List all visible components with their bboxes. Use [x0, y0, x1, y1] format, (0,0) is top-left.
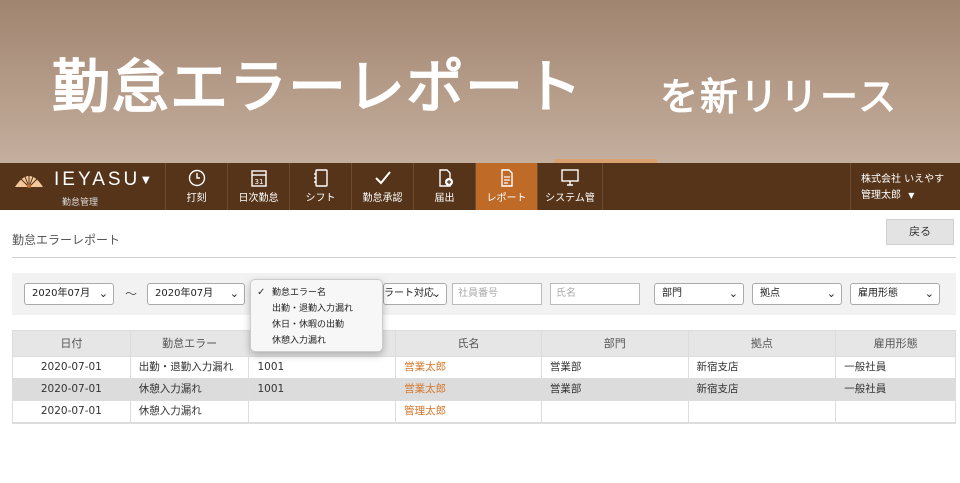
name-input[interactable]: 氏名 [550, 283, 640, 305]
department-cell: 営業部 [542, 357, 689, 378]
employment-type-cell: 一般社員 [844, 361, 887, 373]
document-add-icon [438, 169, 453, 187]
banner-title: 勤怠エラーレポート [52, 53, 584, 121]
from-month-select[interactable]: 2020年07月 ⌄ [24, 283, 114, 305]
employment-type-select[interactable]: 雇用形態 ⌄ [850, 283, 940, 305]
nav-label: 届出 [434, 193, 455, 204]
nav-label: シフト [305, 193, 336, 204]
column-header[interactable]: 拠点 [689, 331, 837, 356]
checkmark-icon [374, 171, 391, 185]
banner-subtitle: を新リリース [660, 75, 899, 119]
column-header[interactable]: 氏名 [396, 331, 542, 356]
chevron-down-icon: ⌄ [924, 287, 934, 300]
department-value: 部門 [662, 288, 682, 299]
from-month-value: 2020年07月 [32, 288, 91, 299]
department-cell [542, 401, 689, 422]
employee-number-cell: 1001 [249, 379, 397, 400]
base-value: 拠点 [760, 288, 780, 299]
employee-number-input[interactable]: 社員番号 [452, 283, 542, 305]
employee-number-cell [249, 401, 397, 422]
error-cell: 出勤・退勤入力漏れ [131, 357, 250, 378]
employee-name-link[interactable]: 営業太郎 [396, 379, 542, 400]
base-cell [689, 401, 837, 422]
error-report-table: 日付 勤怠エラー 氏名 部門 拠点 雇用形態 2020-07-01 出勤・退勤入… [12, 330, 956, 424]
range-separator: 〜 [125, 287, 138, 301]
report-icon [500, 169, 513, 187]
to-month-value: 2020年07月 [155, 288, 214, 299]
nav-item-approval[interactable]: 勤怠承認 [351, 163, 413, 210]
fan-logo-icon [15, 173, 43, 188]
promo-banner: 勤怠エラーレポート を新リリース [0, 0, 960, 163]
nav-item-daily[interactable]: 31 日次勤怠 [227, 163, 289, 210]
nav-label: 勤怠承認 [362, 193, 403, 204]
user-menu[interactable]: 株式会社 いえやす 管理太郎 ▼ [850, 163, 960, 210]
employment-type-cell: 一般社員 [844, 383, 887, 395]
date-cell: 2020-07-01 [13, 357, 131, 378]
column-header[interactable]: 勤怠エラー [131, 331, 250, 356]
column-header[interactable]: 雇用形態 [836, 331, 955, 356]
company-name: 株式会社 いえやす [861, 174, 945, 185]
error-type-select[interactable]: ラート対応 ⌄ [383, 283, 447, 305]
nav-item-system[interactable]: システム管 [537, 163, 603, 210]
date-cell: 2020-07-01 [13, 401, 131, 422]
nav-item-report[interactable]: レポート [475, 163, 537, 210]
nav-label: レポート [486, 193, 527, 204]
error-cell: 休憩入力漏れ [131, 401, 250, 422]
calendar-icon: 31 [250, 170, 267, 187]
chevron-down-icon: ⌄ [229, 287, 239, 300]
nav-label: システム管 [545, 193, 595, 204]
employment-type-cell [836, 401, 955, 422]
chevron-down-icon: ⌄ [431, 287, 441, 300]
column-header[interactable]: 部門 [542, 331, 689, 356]
base-cell: 新宿支店 [689, 379, 837, 400]
employee-name-link[interactable]: 営業太郎 [396, 357, 542, 378]
nav-label: 打刻 [186, 193, 207, 204]
nav-label: 日次勤怠 [238, 193, 279, 204]
table-row: 2020-07-01 出勤・退勤入力漏れ 1001 営業太郎 営業部 新宿支店 … [13, 357, 955, 379]
user-name: 管理太郎 [861, 190, 901, 201]
app-logo[interactable]: IEYASU ▼ 勤怠管理 [12, 167, 162, 208]
base-select[interactable]: 拠点 ⌄ [752, 283, 842, 305]
error-type-dropdown-menu: ✓ 勤怠エラー名 出勤・退勤入力漏れ 休日・休暇の出勤 休憩入力漏れ [250, 279, 383, 352]
nav-item-shift[interactable]: シフト [289, 163, 351, 210]
error-cell: 休憩入力漏れ [131, 379, 250, 400]
column-header[interactable]: 日付 [13, 331, 131, 356]
nav-item-requests[interactable]: 届出 [413, 163, 475, 210]
clock-icon [188, 169, 205, 187]
table-row: 2020-07-01 休憩入力漏れ 1001 営業太郎 営業部 新宿支店 一般社… [13, 379, 955, 401]
dropdown-option[interactable]: 勤怠エラー名 [257, 285, 382, 301]
logo-text: IEYASU [54, 169, 141, 190]
to-month-select[interactable]: 2020年07月 ⌄ [147, 283, 245, 305]
employee-name-link[interactable]: 管理太郎 [396, 401, 542, 422]
divider [12, 257, 956, 258]
caret-down-icon[interactable]: ▼ [142, 175, 150, 186]
notebook-icon [313, 169, 328, 187]
base-cell: 新宿支店 [689, 357, 837, 378]
chevron-down-icon: ⌄ [728, 287, 738, 300]
caret-down-icon: ▼ [908, 191, 915, 200]
dropdown-option[interactable]: 出勤・退勤入力漏れ [257, 301, 382, 317]
chevron-down-icon: ⌄ [826, 287, 836, 300]
svg-text:31: 31 [254, 178, 263, 186]
logo-subtitle: 勤怠管理 [62, 198, 99, 208]
department-select[interactable]: 部門 ⌄ [654, 283, 744, 305]
error-type-value: ラート対応 [384, 288, 434, 299]
top-navbar: IEYASU ▼ 勤怠管理 打刻 31 日次勤怠 シフト 勤怠承認 届出 レポー… [0, 163, 960, 210]
department-cell: 営業部 [542, 379, 689, 400]
table-row: 2020-07-01 休憩入力漏れ 管理太郎 [13, 401, 955, 423]
table-header-row: 日付 勤怠エラー 氏名 部門 拠点 雇用形態 [13, 331, 955, 357]
dropdown-option[interactable]: 休憩入力漏れ [257, 333, 382, 349]
employment-type-value: 雇用形態 [858, 288, 898, 299]
chevron-down-icon: ⌄ [98, 287, 108, 300]
date-cell: 2020-07-01 [13, 379, 131, 400]
dropdown-option[interactable]: 休日・休暇の出勤 [257, 317, 382, 333]
employee-number-cell: 1001 [249, 357, 397, 378]
nav-item-punch[interactable]: 打刻 [165, 163, 227, 210]
monitor-icon [561, 169, 579, 186]
page-title: 勤怠エラーレポート [12, 233, 121, 247]
back-button[interactable]: 戻る [886, 219, 954, 245]
filter-panel: 2020年07月 ⌄ 〜 2020年07月 ⌄ ラート対応 ⌄ 社員番号 氏名 部門 ⌄… [12, 273, 956, 315]
